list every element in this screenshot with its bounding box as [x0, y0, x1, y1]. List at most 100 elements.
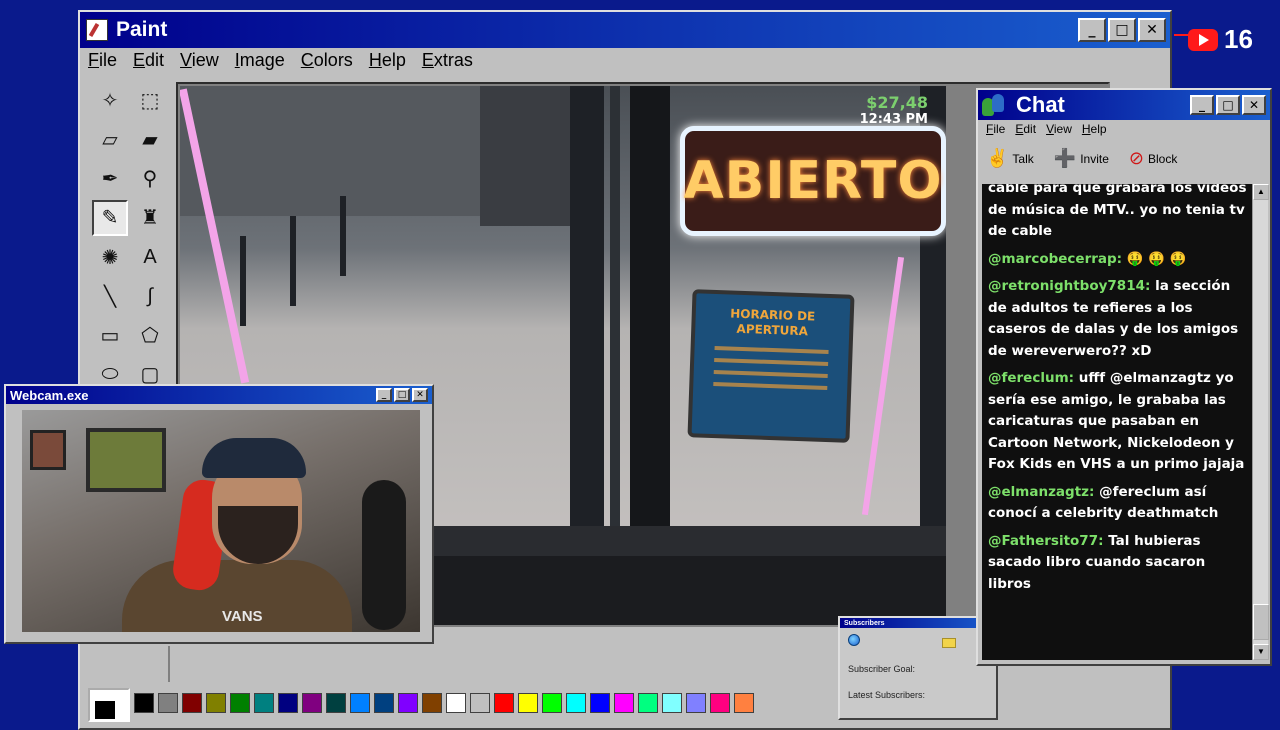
palette-swatch[interactable] [446, 693, 466, 713]
palette-swatch[interactable] [638, 693, 658, 713]
chat-username[interactable]: @elmanzagtz: [988, 484, 1094, 500]
free-select-icon[interactable]: ✧ [92, 82, 128, 118]
palette-swatch[interactable] [158, 693, 178, 713]
clock-readout: 12:43 PM [859, 112, 928, 127]
palette-swatch[interactable] [710, 693, 730, 713]
palette-swatch[interactable] [278, 693, 298, 713]
chat-title: Chat [1016, 92, 1065, 117]
palette-swatch[interactable] [590, 693, 610, 713]
palette-swatch[interactable] [422, 693, 442, 713]
toolbox: ✧ ⬚ ▱ ▰ ✒ ⚲ ✎ ♜ ✺ A ╲ ∫ ▭ ⬠ ⬭ ▢ [88, 78, 170, 398]
chat-message: @fereclum: ufff @elmanzagtz yo sería ese… [988, 368, 1250, 476]
menu-view[interactable]: View [180, 50, 219, 71]
curve-icon[interactable]: ∫ [132, 278, 168, 314]
menu-extras[interactable]: Extras [422, 50, 473, 71]
palette-swatch[interactable] [398, 693, 418, 713]
color-picker-icon[interactable]: ✒ [92, 161, 128, 197]
game-hud: $27,48 12:43 PM [860, 94, 928, 128]
chat-titlebar[interactable]: Chat _ □ ✕ [978, 90, 1270, 120]
menu-image[interactable]: Image [235, 50, 285, 71]
chat-username[interactable]: @marcobecerrap: [988, 251, 1122, 267]
chat-menu-file[interactable]: File [986, 122, 1005, 136]
palette-swatch[interactable] [734, 693, 754, 713]
palette-swatch[interactable] [374, 693, 394, 713]
block-button[interactable]: ⊘ Block [1129, 148, 1177, 169]
rectangle-icon[interactable]: ▭ [92, 318, 128, 354]
globe-icon [848, 634, 860, 646]
webcam-titlebar[interactable]: Webcam.exe _ □ ✕ [6, 386, 432, 404]
menu-edit[interactable]: Edit [133, 50, 164, 71]
subscriber-goal-label: Subscriber Goal: [848, 664, 916, 674]
chat-minimize-button[interactable]: _ [1190, 95, 1214, 115]
maximize-button[interactable]: □ [1108, 18, 1136, 42]
chat-username[interactable]: @fereclum: [988, 370, 1074, 386]
menu-help[interactable]: Help [369, 50, 406, 71]
talk-button[interactable]: ✌ Talk [986, 148, 1034, 169]
scroll-up-icon[interactable]: ▲ [1253, 184, 1269, 200]
webcam-title: Webcam.exe [10, 387, 89, 403]
brush-icon[interactable]: ♜ [132, 200, 168, 236]
chat-toolbar: ✌ Talk ➕ Invite ⊘ Block [986, 148, 1177, 169]
chat-username[interactable]: @retronightboy7814: [988, 278, 1150, 294]
menu-colors[interactable]: Colors [301, 50, 353, 71]
invite-label: Invite [1080, 151, 1109, 166]
hours-sign: HORARIO DE APERTURA [687, 289, 855, 443]
webcam-minimize-button[interactable]: _ [376, 388, 392, 402]
palette-swatch[interactable] [326, 693, 346, 713]
chat-line: de música de MTV.. yo no tenia tv de cab… [988, 201, 1245, 240]
palette-swatch[interactable] [686, 693, 706, 713]
chat-maximize-button[interactable]: □ [1216, 95, 1240, 115]
talk-label: Talk [1012, 151, 1034, 166]
paint-app-icon [86, 19, 108, 41]
scroll-thumb[interactable] [1253, 604, 1269, 640]
line-icon[interactable]: ╲ [92, 278, 128, 314]
minimize-button[interactable]: _ [1078, 18, 1106, 42]
webcam-close-button[interactable]: ✕ [412, 388, 428, 402]
close-button[interactable]: ✕ [1138, 18, 1166, 42]
invite-button[interactable]: ➕ Invite [1054, 148, 1109, 169]
chat-menu-view[interactable]: View [1046, 122, 1072, 136]
palette-swatch[interactable] [350, 693, 370, 713]
webcam-maximize-button[interactable]: □ [394, 388, 410, 402]
palette-swatch[interactable] [566, 693, 586, 713]
text-icon[interactable]: A [132, 239, 168, 275]
palette-swatch[interactable] [518, 693, 538, 713]
youtube-icon [1188, 28, 1218, 51]
palette-swatch[interactable] [470, 693, 490, 713]
palette-swatch[interactable] [614, 693, 634, 713]
polygon-icon[interactable]: ⬠ [132, 318, 168, 354]
current-colors[interactable] [88, 688, 130, 722]
eraser-icon[interactable]: ▱ [92, 121, 128, 157]
fill-bucket-icon[interactable]: ▰ [132, 121, 168, 157]
palette-swatch[interactable] [254, 693, 274, 713]
scroll-down-icon[interactable]: ▼ [1253, 644, 1269, 660]
magnifier-icon[interactable]: ⚲ [132, 161, 168, 197]
pencil-icon[interactable]: ✎ [92, 199, 128, 236]
latest-subscribers-label: Latest Subscribers: [848, 690, 926, 700]
chat-scrollbar[interactable]: ▲ ▼ [1252, 184, 1269, 660]
palette-swatch[interactable] [230, 693, 250, 713]
chat-cut-line: cable para que grabara los videos [988, 184, 1247, 196]
chat-message: @Fathersito77: Tal hubieras sacado libro… [988, 531, 1250, 596]
chat-username[interactable]: @Fathersito77: [988, 533, 1104, 549]
subscribers-title: Subscribers [844, 619, 885, 627]
palette-swatch[interactable] [206, 693, 226, 713]
palette-swatch[interactable] [182, 693, 202, 713]
chat-menu-help[interactable]: Help [1082, 122, 1107, 136]
subscribers-titlebar: Subscribers [840, 618, 996, 628]
palette-swatch[interactable] [302, 693, 322, 713]
airbrush-icon[interactable]: ✺ [92, 239, 128, 275]
chat-menu-edit[interactable]: Edit [1015, 122, 1036, 136]
rect-select-icon[interactable]: ⬚ [132, 82, 168, 118]
palette-swatch[interactable] [662, 693, 682, 713]
menu-file[interactable]: File [88, 50, 117, 71]
palette-swatch[interactable] [134, 693, 154, 713]
block-label: Block [1147, 151, 1178, 166]
paint-titlebar[interactable]: Paint _ □ ✕ [80, 12, 1170, 48]
chat-close-button[interactable]: ✕ [1242, 95, 1266, 115]
viewer-count: 16 [1224, 24, 1253, 54]
chat-window: Chat _ □ ✕ File Edit View Help ✌ Talk ➕ … [976, 88, 1272, 666]
palette-swatch[interactable] [494, 693, 514, 713]
palette-swatch[interactable] [542, 693, 562, 713]
webcam-window: Webcam.exe _ □ ✕ VANS [4, 384, 434, 644]
